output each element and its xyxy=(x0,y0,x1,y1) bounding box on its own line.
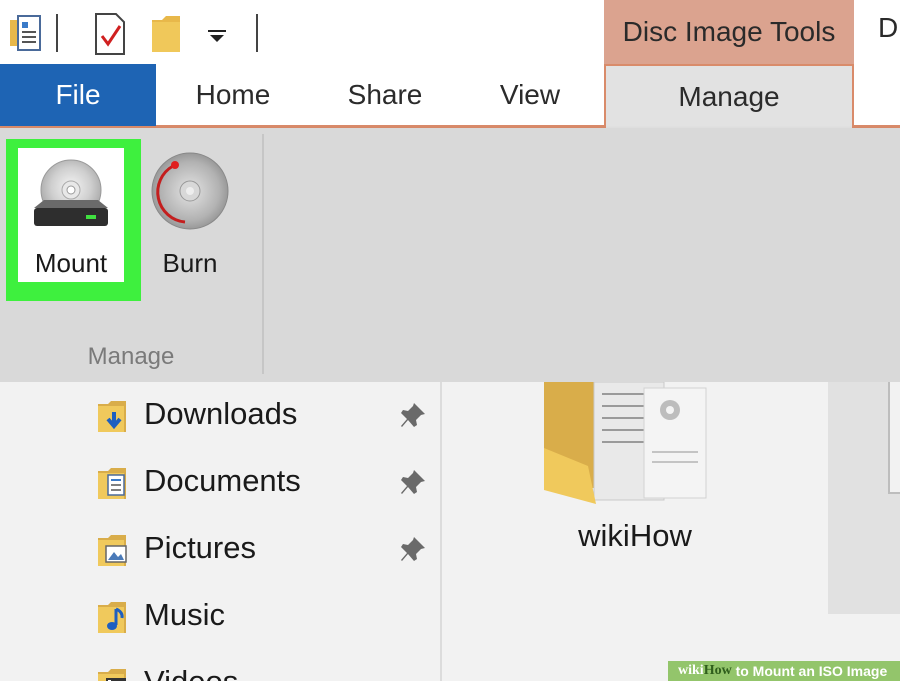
videos-folder-icon xyxy=(98,669,126,681)
file-preview-edge xyxy=(888,382,900,494)
mount-button-label: Mount xyxy=(34,248,108,278)
downloads-folder-icon xyxy=(98,401,126,432)
nav-item-documents[interactable]: Documents xyxy=(96,457,436,509)
documents-folder-icon xyxy=(98,468,126,499)
nav-item-pictures[interactable]: Pictures xyxy=(96,524,436,576)
window-title-fragment: D xyxy=(878,12,899,43)
properties-icon[interactable] xyxy=(6,14,46,54)
nav-item-label: Documents xyxy=(144,463,301,498)
pin-icon[interactable] xyxy=(398,534,428,564)
pin-icon[interactable] xyxy=(398,467,428,497)
tab-view[interactable]: View xyxy=(470,64,590,126)
ribbon-group-divider xyxy=(262,134,264,374)
watermark-logo-wiki: wiki xyxy=(678,663,704,678)
nav-item-label: Music xyxy=(144,597,225,632)
pictures-folder-icon xyxy=(98,535,127,566)
pin-icon[interactable] xyxy=(398,400,428,430)
toolbar-separator xyxy=(256,14,258,52)
nav-item-label: Downloads xyxy=(144,396,298,431)
folder-icon[interactable] xyxy=(150,14,184,54)
nav-item-label: Videos xyxy=(144,664,238,681)
tab-manage[interactable]: Manage xyxy=(604,64,854,128)
tab-share[interactable]: Share xyxy=(320,64,450,126)
watermark-text: to Mount an ISO Image xyxy=(731,663,888,679)
disc-drive-icon xyxy=(34,159,108,226)
watermark-logo-how: How xyxy=(703,663,732,678)
folder-icon xyxy=(544,381,707,504)
disc-image-tools-header: Disc Image Tools xyxy=(604,0,854,64)
checklist-icon[interactable] xyxy=(90,12,130,56)
nav-item-label: Pictures xyxy=(144,530,256,565)
wikihow-watermark: wiki How to Mount an ISO Image xyxy=(668,661,900,681)
nav-item-videos[interactable]: Videos xyxy=(96,658,436,681)
nav-item-music[interactable]: Music xyxy=(96,591,436,643)
burn-button-label: Burn xyxy=(162,248,218,278)
tab-home[interactable]: Home xyxy=(166,64,300,126)
toolbar-separator xyxy=(56,14,58,52)
burn-disc-icon xyxy=(151,152,229,230)
ribbon-group-label: Manage xyxy=(87,343,175,370)
folder-label: wikiHow xyxy=(578,518,692,553)
dropdown-arrow-icon[interactable] xyxy=(206,28,228,44)
nav-item-downloads[interactable]: Downloads xyxy=(96,390,436,442)
folder-item-wikihow[interactable] xyxy=(540,381,730,512)
tab-file[interactable]: File xyxy=(0,64,156,126)
music-folder-icon xyxy=(98,602,126,633)
